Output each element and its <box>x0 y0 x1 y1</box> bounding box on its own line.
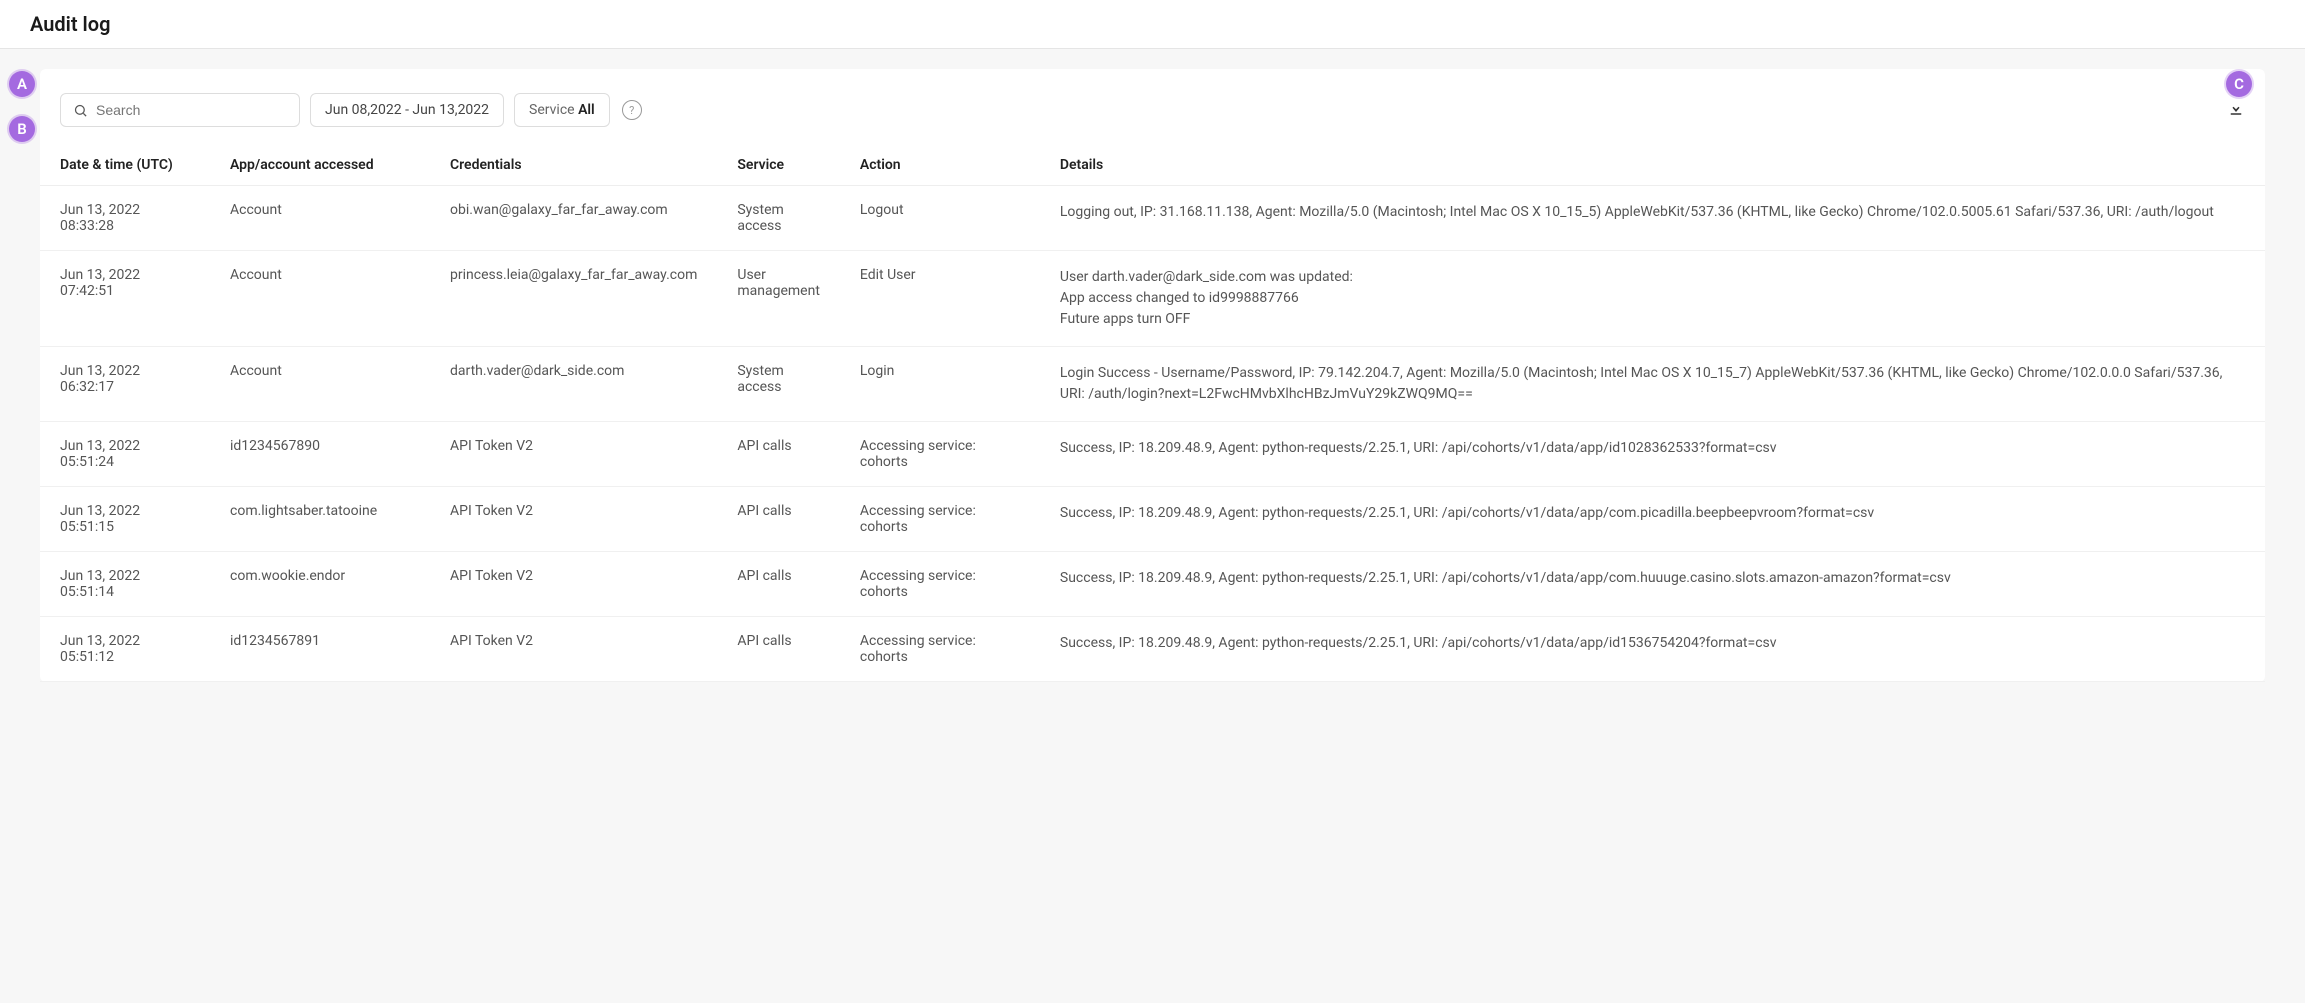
service-filter-value: All <box>578 102 595 118</box>
cell-date: Jun 13, 2022 07:42:51 <box>40 251 210 347</box>
cell-credentials: API Token V2 <box>430 422 717 487</box>
table-row[interactable]: Jun 13, 2022 08:33:28Accountobi.wan@gala… <box>40 186 2265 251</box>
cell-app: id1234567891 <box>210 617 430 682</box>
cell-service: API calls <box>717 552 840 617</box>
annotation-c: C <box>2226 71 2252 97</box>
cell-date: Jun 13, 2022 05:51:24 <box>40 422 210 487</box>
cell-action: Accessing service: cohorts <box>840 617 1040 682</box>
cell-service: API calls <box>717 617 840 682</box>
column-header-date[interactable]: Date & time (UTC) <box>40 145 210 186</box>
cell-service: API calls <box>717 487 840 552</box>
cell-date: Jun 13, 2022 05:51:12 <box>40 617 210 682</box>
date-range-picker[interactable]: Jun 08,2022 - Jun 13,2022 <box>310 93 504 127</box>
audit-log-panel: Jun 08,2022 - Jun 13,2022 Service All ? … <box>40 69 2265 682</box>
help-icon[interactable]: ? <box>622 100 642 120</box>
cell-date: Jun 13, 2022 08:33:28 <box>40 186 210 251</box>
column-header-app[interactable]: App/account accessed <box>210 145 430 186</box>
cell-details: Success, IP: 18.209.48.9, Agent: python-… <box>1040 422 2265 487</box>
table-row[interactable]: Jun 13, 2022 05:51:15com.lightsaber.tato… <box>40 487 2265 552</box>
cell-details: User darth.vader@dark_side.com was updat… <box>1040 251 2265 347</box>
cell-service: System access <box>717 186 840 251</box>
cell-credentials: obi.wan@galaxy_far_far_away.com <box>430 186 717 251</box>
cell-app: id1234567890 <box>210 422 430 487</box>
cell-app: com.wookie.endor <box>210 552 430 617</box>
cell-credentials: API Token V2 <box>430 552 717 617</box>
cell-credentials: API Token V2 <box>430 487 717 552</box>
page-title: Audit log <box>0 0 2305 49</box>
cell-date: Jun 13, 2022 05:51:14 <box>40 552 210 617</box>
service-filter-label: Service <box>529 102 575 118</box>
audit-log-table: Date & time (UTC) App/account accessed C… <box>40 145 2265 682</box>
cell-action: Accessing service: cohorts <box>840 422 1040 487</box>
cell-details: Login Success - Username/Password, IP: 7… <box>1040 347 2265 422</box>
toolbar: Jun 08,2022 - Jun 13,2022 Service All ? <box>40 69 2265 145</box>
column-header-service[interactable]: Service <box>717 145 840 186</box>
cell-details: Success, IP: 18.209.48.9, Agent: python-… <box>1040 617 2265 682</box>
download-icon[interactable] <box>2227 99 2245 121</box>
annotation-b: B <box>9 116 35 142</box>
table-row[interactable]: Jun 13, 2022 05:51:12id1234567891API Tok… <box>40 617 2265 682</box>
cell-credentials: API Token V2 <box>430 617 717 682</box>
cell-action: Login <box>840 347 1040 422</box>
table-row[interactable]: Jun 13, 2022 06:32:17Accountdarth.vader@… <box>40 347 2265 422</box>
cell-credentials: darth.vader@dark_side.com <box>430 347 717 422</box>
annotation-a: A <box>9 71 35 97</box>
content-wrap: A B C Jun 08,2022 - Jun 13,2022 Service … <box>0 49 2305 722</box>
cell-app: Account <box>210 347 430 422</box>
cell-app: Account <box>210 251 430 347</box>
cell-credentials: princess.leia@galaxy_far_far_away.com <box>430 251 717 347</box>
cell-date: Jun 13, 2022 06:32:17 <box>40 347 210 422</box>
table-header-row: Date & time (UTC) App/account accessed C… <box>40 145 2265 186</box>
cell-service: System access <box>717 347 840 422</box>
table-row[interactable]: Jun 13, 2022 07:42:51Accountprincess.lei… <box>40 251 2265 347</box>
cell-service: User management <box>717 251 840 347</box>
cell-app: Account <box>210 186 430 251</box>
cell-action: Edit User <box>840 251 1040 347</box>
search-box[interactable] <box>60 93 300 127</box>
column-header-action[interactable]: Action <box>840 145 1040 186</box>
table-row[interactable]: Jun 13, 2022 05:51:14com.wookie.endorAPI… <box>40 552 2265 617</box>
cell-details: Logging out, IP: 31.168.11.138, Agent: M… <box>1040 186 2265 251</box>
cell-action: Accessing service: cohorts <box>840 487 1040 552</box>
column-header-details[interactable]: Details <box>1040 145 2265 186</box>
search-input[interactable] <box>96 102 287 118</box>
cell-date: Jun 13, 2022 05:51:15 <box>40 487 210 552</box>
service-filter[interactable]: Service All <box>514 93 610 127</box>
column-header-credentials[interactable]: Credentials <box>430 145 717 186</box>
cell-action: Accessing service: cohorts <box>840 552 1040 617</box>
cell-details: Success, IP: 18.209.48.9, Agent: python-… <box>1040 552 2265 617</box>
cell-app: com.lightsaber.tatooine <box>210 487 430 552</box>
table-row[interactable]: Jun 13, 2022 05:51:24id1234567890API Tok… <box>40 422 2265 487</box>
search-icon <box>73 103 88 118</box>
cell-service: API calls <box>717 422 840 487</box>
cell-details: Success, IP: 18.209.48.9, Agent: python-… <box>1040 487 2265 552</box>
cell-action: Logout <box>840 186 1040 251</box>
